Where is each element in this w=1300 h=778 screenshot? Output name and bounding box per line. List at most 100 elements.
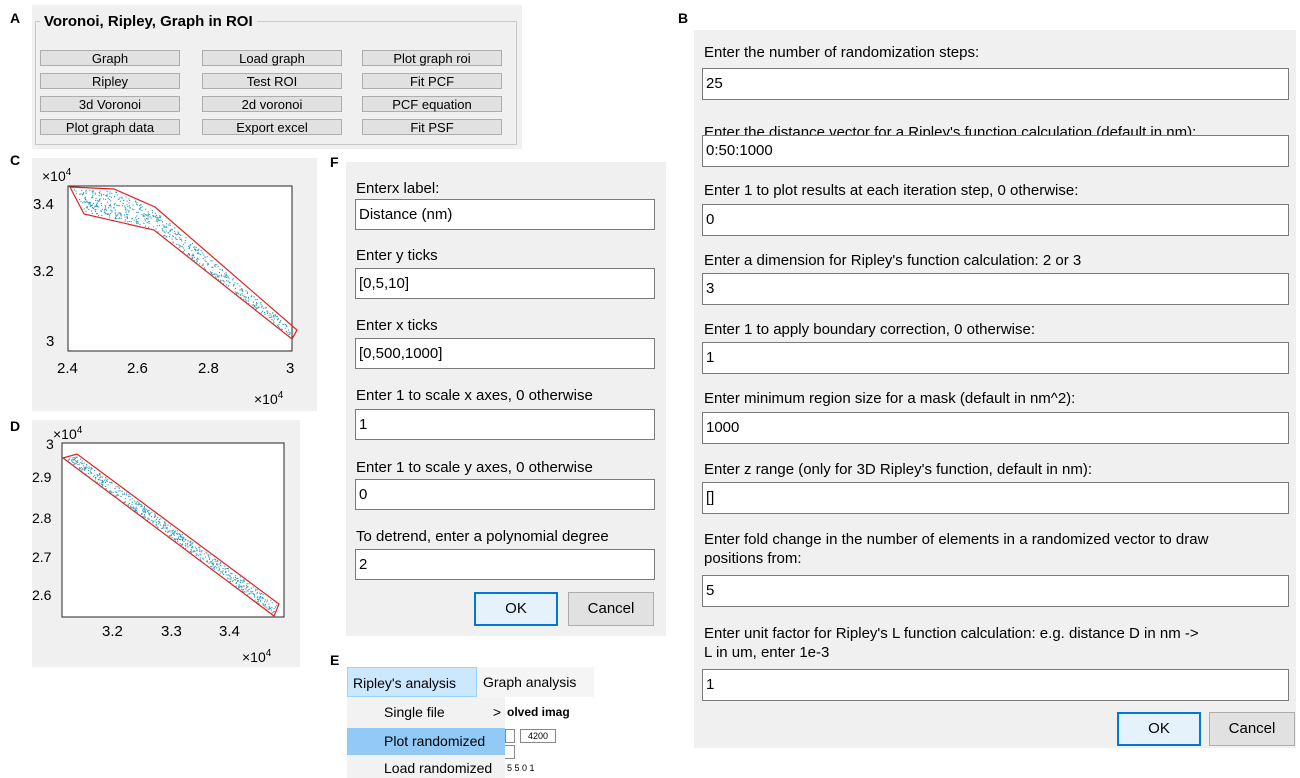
- scale-y-input[interactable]: 0: [355, 479, 655, 510]
- localization-point: [147, 216, 149, 218]
- menu-item-single-file[interactable]: Single file >: [347, 699, 505, 726]
- localization-point: [255, 590, 257, 592]
- localization-point: [181, 534, 183, 536]
- pcf-equation-button[interactable]: PCF equation: [362, 96, 502, 112]
- roi-plot-d-canvas: 3 2.9 2.8 2.7 2.6 3.2 3.3 3.4 ×104 ×104: [32, 425, 285, 665]
- localization-point: [79, 193, 81, 195]
- localization-point: [86, 207, 88, 209]
- localization-point: [100, 479, 102, 481]
- localization-point: [286, 325, 288, 327]
- localization-point: [271, 316, 273, 318]
- menu-item-plot-randomized[interactable]: Plot randomized: [347, 728, 505, 755]
- localization-point: [202, 258, 204, 260]
- plot-iteration-input[interactable]: 0: [702, 204, 1289, 236]
- menu-graph-analysis[interactable]: Graph analysis: [478, 667, 594, 697]
- localization-point: [129, 496, 131, 498]
- localization-point: [86, 464, 88, 466]
- test-roi-button[interactable]: Test ROI: [202, 73, 342, 89]
- randomization-steps-input[interactable]: 25: [702, 68, 1289, 100]
- localization-point: [282, 324, 284, 326]
- ok-button[interactable]: OK: [474, 592, 558, 626]
- localization-point: [169, 534, 171, 536]
- fold-change-input[interactable]: 5: [702, 575, 1289, 607]
- 3d-voronoi-button[interactable]: 3d Voronoi: [40, 96, 180, 112]
- localization-point: [97, 205, 99, 207]
- localization-point: [94, 210, 96, 212]
- localization-point: [264, 313, 266, 315]
- localization-point: [177, 536, 179, 538]
- plot-c-xtick-1: 2.4: [57, 360, 78, 377]
- plot-c-y-exponent: ×104: [42, 167, 72, 184]
- scale-x-input[interactable]: 1: [355, 409, 655, 440]
- localization-point: [195, 250, 197, 252]
- localization-point: [242, 294, 244, 296]
- localization-point: [139, 208, 141, 210]
- localization-point: [206, 552, 208, 554]
- localization-point: [157, 517, 159, 519]
- localization-point: [148, 513, 150, 515]
- graph-button[interactable]: Graph: [40, 50, 180, 66]
- localization-point: [113, 207, 115, 209]
- menu-item-load-randomized[interactable]: Load randomized: [347, 755, 505, 778]
- unit-factor-input[interactable]: 1: [702, 669, 1289, 701]
- localization-point: [182, 538, 184, 540]
- dimension-input[interactable]: 3: [702, 273, 1289, 305]
- cancel-button[interactable]: Cancel: [1209, 712, 1295, 746]
- 2d-voronoi-button[interactable]: 2d voronoi: [202, 96, 342, 112]
- localization-point: [109, 193, 111, 195]
- plot-graph-roi-button[interactable]: Plot graph roi: [362, 50, 502, 66]
- localization-point: [198, 248, 200, 250]
- min-region-size-input[interactable]: 1000: [702, 412, 1289, 444]
- ok-button[interactable]: OK: [1117, 712, 1201, 746]
- localization-point: [109, 191, 111, 193]
- localization-point: [235, 579, 237, 581]
- menu-ripleys-analysis[interactable]: Ripley's analysis: [347, 667, 477, 697]
- localization-point: [100, 482, 102, 484]
- detrend-input[interactable]: 2: [355, 549, 655, 580]
- fold-change-prompt-line2: positions from:: [704, 550, 802, 567]
- export-excel-button[interactable]: Export excel: [202, 119, 342, 135]
- distance-vector-input[interactable]: 0:50:1000: [702, 135, 1289, 167]
- localization-point: [91, 213, 93, 215]
- localization-point: [228, 570, 230, 572]
- localization-point: [129, 207, 131, 209]
- localization-point: [188, 253, 190, 255]
- localization-point: [143, 216, 145, 218]
- localization-point: [196, 249, 198, 251]
- localization-point: [245, 591, 247, 593]
- localization-point: [230, 578, 232, 580]
- localization-point: [116, 204, 118, 206]
- localization-point: [235, 582, 237, 584]
- fit-pcf-button[interactable]: Fit PCF: [362, 73, 502, 89]
- localization-point: [100, 476, 102, 478]
- y-ticks-input[interactable]: [0,5,10]: [355, 268, 655, 299]
- boundary-correction-input[interactable]: 1: [702, 342, 1289, 374]
- localization-point: [155, 525, 157, 527]
- localization-point: [144, 516, 146, 518]
- ripley-button[interactable]: Ripley: [40, 73, 180, 89]
- localization-point: [245, 296, 247, 298]
- fit-psf-button[interactable]: Fit PSF: [362, 119, 502, 135]
- localization-point: [83, 468, 85, 470]
- cancel-button[interactable]: Cancel: [568, 592, 654, 626]
- localization-point: [72, 459, 74, 461]
- localization-point: [128, 502, 130, 504]
- x-label-input[interactable]: Distance (nm): [355, 199, 655, 230]
- localization-point: [218, 568, 220, 570]
- localization-point: [154, 514, 156, 516]
- z-range-input[interactable]: []: [702, 482, 1289, 514]
- localization-point: [85, 189, 87, 191]
- localization-point: [181, 539, 183, 541]
- localization-point: [109, 482, 111, 484]
- plot-graph-data-button[interactable]: Plot graph data: [40, 119, 180, 135]
- x-ticks-input[interactable]: [0,500,1000]: [355, 338, 655, 369]
- localization-point: [171, 238, 173, 240]
- localization-point: [202, 558, 204, 560]
- localization-point: [118, 487, 120, 489]
- load-graph-button[interactable]: Load graph: [202, 50, 342, 66]
- localization-point: [257, 601, 259, 603]
- background-value-field: 4200: [520, 729, 556, 743]
- ripley-parameters-dialog: Enter the number of randomization steps:…: [694, 30, 1296, 748]
- localization-point: [164, 530, 166, 532]
- panel-label-d: D: [10, 418, 21, 434]
